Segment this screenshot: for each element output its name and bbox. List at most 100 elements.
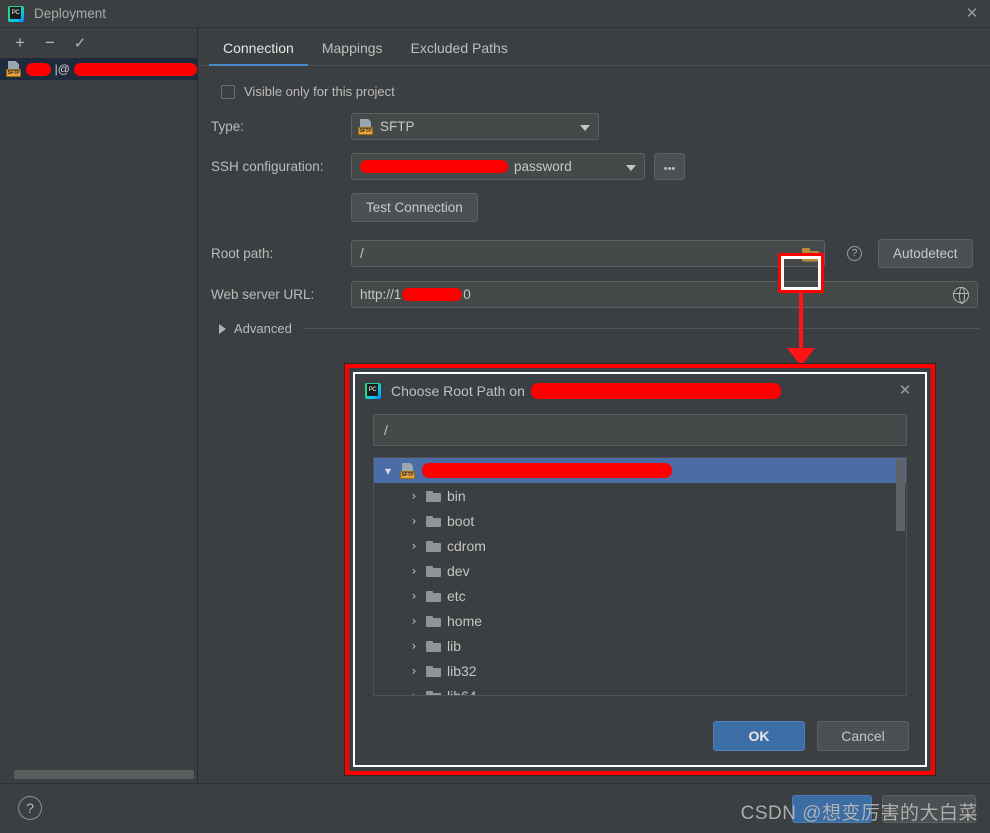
redaction-dialog-host <box>530 383 781 399</box>
add-server-button[interactable]: + <box>6 30 34 56</box>
redaction-username <box>26 62 51 76</box>
redaction-tree-root-host <box>422 463 672 478</box>
tab-mappings[interactable]: Mappings <box>308 40 397 65</box>
dialog-close-icon[interactable]: ✕ <box>897 383 913 399</box>
set-default-server-button[interactable]: ✓ <box>66 30 94 56</box>
ssh-configuration-combobox[interactable]: password <box>351 153 645 180</box>
folder-icon <box>426 565 441 577</box>
tree-row[interactable]: › bin <box>374 483 906 508</box>
redaction-ssh-config <box>360 160 508 173</box>
tree-row[interactable]: › boot <box>374 508 906 533</box>
server-list-horizontal-scrollbar[interactable] <box>14 770 194 779</box>
ssh-configuration-label: SSH configuration: <box>211 159 324 174</box>
dialog-titlebar: Choose Root Path on (10.110.27.230) ✕ <box>355 374 925 408</box>
tree-row-root[interactable]: ▾ SFTP <box>374 458 906 483</box>
annotation-arrow-line <box>799 292 803 354</box>
folder-icon <box>426 690 441 695</box>
type-label: Type: <box>211 119 245 134</box>
visible-only-checkbox-row[interactable]: Visible only for this project <box>221 84 980 99</box>
chevron-right-icon[interactable]: › <box>408 489 420 503</box>
chevron-down-icon <box>580 124 590 131</box>
chevron-down-icon <box>626 164 636 171</box>
dialog-ok-button[interactable]: OK <box>713 721 805 751</box>
tree-row[interactable]: › cdrom <box>374 533 906 558</box>
tree-item-label: lib <box>447 637 462 654</box>
test-connection-button[interactable]: Test Connection <box>351 193 478 222</box>
choose-root-path-dialog-highlight: Choose Root Path on (10.110.27.230) ✕ / … <box>345 364 935 775</box>
root-path-label: Root path: <box>211 246 274 261</box>
tree-row[interactable]: › home <box>374 608 906 633</box>
web-server-url-value-suffix: 0 <box>463 287 471 302</box>
root-path-row: Root path: / ? Autodetect <box>211 239 980 268</box>
sftp-badge-label: SFTP <box>6 69 21 77</box>
sftp-icon: SFTP <box>6 61 22 77</box>
sftp-icon: SFTP <box>358 118 374 135</box>
browse-button-highlight-inner <box>781 256 821 290</box>
autodetect-button[interactable]: Autodetect <box>878 239 973 268</box>
window-title: Deployment <box>34 6 107 21</box>
deployment-dialog-window: Deployment ✕ + − ✓ SFTP |@ Connection Ma… <box>0 0 990 833</box>
window-bottom-bar: ? CSDN @想变厉害的大白菜 <box>0 783 990 833</box>
tree-item-label: boot <box>447 512 475 529</box>
folder-icon <box>426 515 441 527</box>
close-icon[interactable]: ✕ <box>964 6 980 22</box>
visible-only-checkbox[interactable] <box>221 84 235 99</box>
tab-excluded-paths[interactable]: Excluded Paths <box>397 40 522 65</box>
chevron-down-icon[interactable]: ▾ <box>382 464 394 478</box>
type-row: Type: SFTP SFTP <box>211 113 980 140</box>
chevron-right-icon[interactable]: › <box>408 689 420 696</box>
folder-icon <box>426 540 441 552</box>
tree-item-label: cdrom <box>447 537 486 554</box>
test-connection-row: Test Connection <box>211 193 980 222</box>
server-item-separator: |@ <box>54 62 70 76</box>
tab-connection[interactable]: Connection <box>209 40 308 66</box>
tree-row[interactable]: › lib64 <box>374 683 906 696</box>
tree-item-label: bin <box>447 487 466 504</box>
root-path-input[interactable]: / <box>351 240 825 267</box>
tree-vertical-scrollbar[interactable] <box>896 459 905 531</box>
advanced-section-toggle[interactable]: Advanced <box>219 321 980 336</box>
type-combobox[interactable]: SFTP SFTP <box>351 113 599 140</box>
web-server-url-value-prefix: http://1 <box>360 287 402 302</box>
redaction-web-url <box>402 288 463 301</box>
chevron-right-icon[interactable]: › <box>408 614 420 628</box>
connection-form: Visible only for this project Type: SFTP… <box>199 66 990 336</box>
tree-row[interactable]: › lib <box>374 633 906 658</box>
help-icon[interactable]: ? <box>18 796 42 820</box>
tree-row[interactable]: › lib32 <box>374 658 906 683</box>
folder-icon <box>426 665 441 677</box>
root-path-value: / <box>360 246 364 261</box>
watermark-text: CSDN @想变厉害的大白菜 <box>740 803 978 824</box>
root-path-help-icon[interactable]: ? <box>847 246 862 261</box>
remove-server-button[interactable]: − <box>36 30 64 56</box>
open-in-browser-icon[interactable] <box>953 287 969 304</box>
folder-icon <box>426 615 441 627</box>
pycharm-logo-icon <box>365 383 381 399</box>
sftp-icon: SFTP <box>400 462 416 479</box>
dialog-buttons: OK Cancel <box>355 721 929 751</box>
chevron-right-icon <box>219 323 226 334</box>
folder-icon <box>426 640 441 652</box>
chevron-right-icon[interactable]: › <box>408 564 420 578</box>
chevron-right-icon[interactable]: › <box>408 589 420 603</box>
server-list-item[interactable]: SFTP |@ <box>0 58 197 80</box>
web-server-url-input[interactable]: http://1 0 <box>351 281 978 308</box>
dialog-title: Choose Root Path on <box>391 383 525 399</box>
dialog-cancel-button[interactable]: Cancel <box>817 721 909 751</box>
chevron-right-icon[interactable]: › <box>408 514 420 528</box>
folder-icon <box>426 490 441 502</box>
server-list-panel: + − ✓ SFTP |@ <box>0 28 198 783</box>
window-titlebar: Deployment ✕ <box>0 0 990 28</box>
chevron-right-icon[interactable]: › <box>408 664 420 678</box>
directory-tree[interactable]: ▾ SFTP › bin › boot › cdrom › dev › etc … <box>373 457 907 696</box>
redaction-hostname <box>73 62 197 76</box>
dialog-path-value: / <box>384 422 388 438</box>
tree-item-label: etc <box>447 587 466 604</box>
dialog-path-input[interactable]: / <box>373 414 907 446</box>
tree-row[interactable]: › dev <box>374 558 906 583</box>
tree-row[interactable]: › etc <box>374 583 906 608</box>
chevron-right-icon[interactable]: › <box>408 639 420 653</box>
chevron-right-icon[interactable]: › <box>408 539 420 553</box>
ssh-configuration-browse-button[interactable]: ••• <box>654 153 685 180</box>
tree-item-label: lib64 <box>447 687 477 696</box>
